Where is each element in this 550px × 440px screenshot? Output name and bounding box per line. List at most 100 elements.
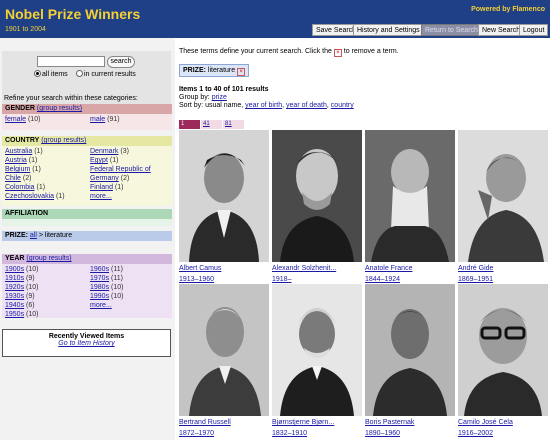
result-card[interactable]: Camilo José Cela 1916–2002	[458, 284, 548, 438]
facet-prize-header: PRIZE: all > literature	[2, 231, 172, 241]
result-card[interactable]: Alexandr Solzhenit... 1918–	[272, 130, 362, 284]
result-name-link[interactable]: Bjørnstjerne Bjørn...	[272, 419, 334, 426]
facet-title: PRIZE:	[5, 232, 28, 239]
facet-item-1900s[interactable]: 1900s	[5, 266, 24, 273]
item-history-link[interactable]: Go to Item History	[58, 340, 114, 347]
result-name-link[interactable]: Albert Camus	[179, 265, 221, 272]
facet-title: AFFILIATION	[5, 210, 49, 217]
sort-year-of-birth-link[interactable]: year of birth	[245, 102, 282, 109]
facet-item-1920s[interactable]: 1920s	[5, 284, 24, 291]
portrait-photo[interactable]	[365, 130, 455, 262]
facet-gender-header: GENDER (group results)	[2, 104, 172, 114]
result-name-link[interactable]: Alexandr Solzhenit...	[272, 265, 336, 272]
terms-message-text-end: to remove a term.	[343, 48, 399, 55]
remove-term-button[interactable]: ×	[237, 68, 246, 76]
portrait-photo[interactable]	[458, 284, 548, 416]
facet-item-female[interactable]: female	[5, 116, 26, 123]
facet-item-1950s[interactable]: 1950s	[5, 311, 24, 318]
radio-unselected-icon	[76, 70, 83, 77]
remove-icon: ×	[333, 49, 342, 57]
result-name-link[interactable]: Camilo José Cela	[458, 419, 513, 426]
result-name-link[interactable]: Bertrand Russell	[179, 419, 231, 426]
facet-item-chile[interactable]: Chile	[5, 175, 21, 182]
app-title: Nobel Prize Winners	[5, 6, 141, 22]
facet-count: (11)	[111, 266, 123, 273]
group-by-prize-link[interactable]: prize	[212, 94, 227, 101]
result-years-link[interactable]: 1844–1924	[365, 276, 400, 283]
group-by: Group by: prize	[179, 94, 227, 101]
result-card[interactable]: Anatole France 1844–1924	[365, 130, 455, 284]
facet-count: (3)	[120, 148, 129, 155]
portrait-photo[interactable]	[179, 130, 269, 262]
facet-more-link[interactable]: more...	[90, 193, 112, 200]
sort-country-link[interactable]: country	[331, 102, 354, 109]
new-search-button[interactable]: New Search	[478, 24, 525, 36]
facet-item-germany[interactable]: Germany	[90, 175, 119, 182]
sort-year-of-death-link[interactable]: year of death	[286, 102, 327, 109]
result-years-link[interactable]: 1890–1960	[365, 430, 400, 437]
facet-item-1960s[interactable]: 1960s	[90, 266, 109, 273]
facet-item-denmark[interactable]: Denmark	[90, 148, 118, 155]
radio-current-results[interactable]: in current results	[76, 70, 136, 78]
app-subtitle: 1901 to 2004	[5, 26, 46, 33]
logout-button[interactable]: Logout	[519, 24, 549, 36]
result-years-link[interactable]: 1913–1960	[179, 276, 214, 283]
facet-count: (1)	[34, 148, 43, 155]
prize-all-link[interactable]: all	[30, 232, 37, 239]
group-results-link[interactable]: (group results)	[41, 137, 86, 144]
group-results-link[interactable]: (group results)	[37, 105, 82, 112]
search-input[interactable]	[37, 56, 105, 67]
facet-count: (2)	[120, 175, 130, 182]
result-years-link[interactable]: 1872–1970	[179, 430, 214, 437]
facet-country-body: Australia (1) Austria (1) Belgium (1) Ch…	[2, 146, 172, 206]
facet-count: (10)	[111, 293, 124, 300]
history-settings-button[interactable]: History and Settings	[353, 24, 424, 36]
group-results-link[interactable]: (group results)	[26, 255, 71, 262]
facet-item-austria[interactable]: Austria	[5, 157, 27, 164]
facet-item-male[interactable]: male	[90, 116, 105, 123]
radio-all-items[interactable]: all items	[34, 70, 68, 78]
result-card[interactable]: Boris Pasternak 1890–1960	[365, 284, 455, 438]
search-button[interactable]: search	[107, 56, 135, 68]
result-card[interactable]: Bertrand Russell 1872–1970	[179, 284, 269, 438]
facet-item-1930s[interactable]: 1930s	[5, 293, 24, 300]
results-area: These terms define your current search. …	[175, 38, 550, 440]
page-link[interactable]: 81	[223, 120, 244, 129]
return-to-search-button[interactable]: Return to Search	[421, 24, 482, 36]
app-header: Nobel Prize Winners 1901 to 2004 Powered…	[0, 0, 550, 38]
page-current: 1	[179, 120, 200, 129]
facet-item-1980s[interactable]: 1980s	[90, 284, 109, 291]
facet-item-1970s[interactable]: 1970s	[90, 275, 109, 282]
result-name-link[interactable]: Anatole France	[365, 265, 412, 272]
facet-prize: PRIZE: all > literature	[2, 231, 172, 241]
result-years-link[interactable]: 1869–1951	[458, 276, 493, 283]
facet-item-finland[interactable]: Finland	[90, 184, 113, 191]
facet-item-colombia[interactable]: Colombia	[5, 184, 35, 191]
result-name-link[interactable]: Boris Pasternak	[365, 419, 414, 426]
result-years-link[interactable]: 1916–2002	[458, 430, 493, 437]
facet-item-australia[interactable]: Australia	[5, 148, 32, 155]
result-card[interactable]: André Gide 1869–1951	[458, 130, 548, 284]
result-card[interactable]: Albert Camus 1913–1960	[179, 130, 269, 284]
portrait-photo[interactable]	[458, 130, 548, 262]
result-name-link[interactable]: André Gide	[458, 265, 493, 272]
facet-item-belgium[interactable]: Belgium	[5, 166, 30, 173]
portrait-photo[interactable]	[179, 284, 269, 416]
result-years-link[interactable]: 1832–1910	[272, 430, 307, 437]
portrait-photo[interactable]	[272, 284, 362, 416]
result-years-link[interactable]: 1918–	[272, 276, 291, 283]
facet-count: (1)	[32, 166, 41, 173]
facet-item-1990s[interactable]: 1990s	[90, 293, 109, 300]
page-link[interactable]: 41	[201, 120, 222, 129]
portrait-photo[interactable]	[365, 284, 455, 416]
facet-count: (1)	[109, 157, 119, 164]
facet-item-1940s[interactable]: 1940s	[5, 302, 24, 309]
facet-affiliation-header[interactable]: AFFILIATION	[2, 209, 172, 219]
result-card[interactable]: Bjørnstjerne Bjørn... 1832–1910	[272, 284, 362, 438]
portrait-photo[interactable]	[272, 130, 362, 262]
facet-more-link[interactable]: more...	[90, 302, 112, 309]
facet-item-czechoslovakia[interactable]: Czechoslovakia	[5, 193, 54, 200]
facet-item-egypt[interactable]: Egypt	[90, 157, 108, 164]
facet-item-frg[interactable]: Federal Republic of	[90, 166, 151, 173]
facet-item-1910s[interactable]: 1910s	[5, 275, 24, 282]
